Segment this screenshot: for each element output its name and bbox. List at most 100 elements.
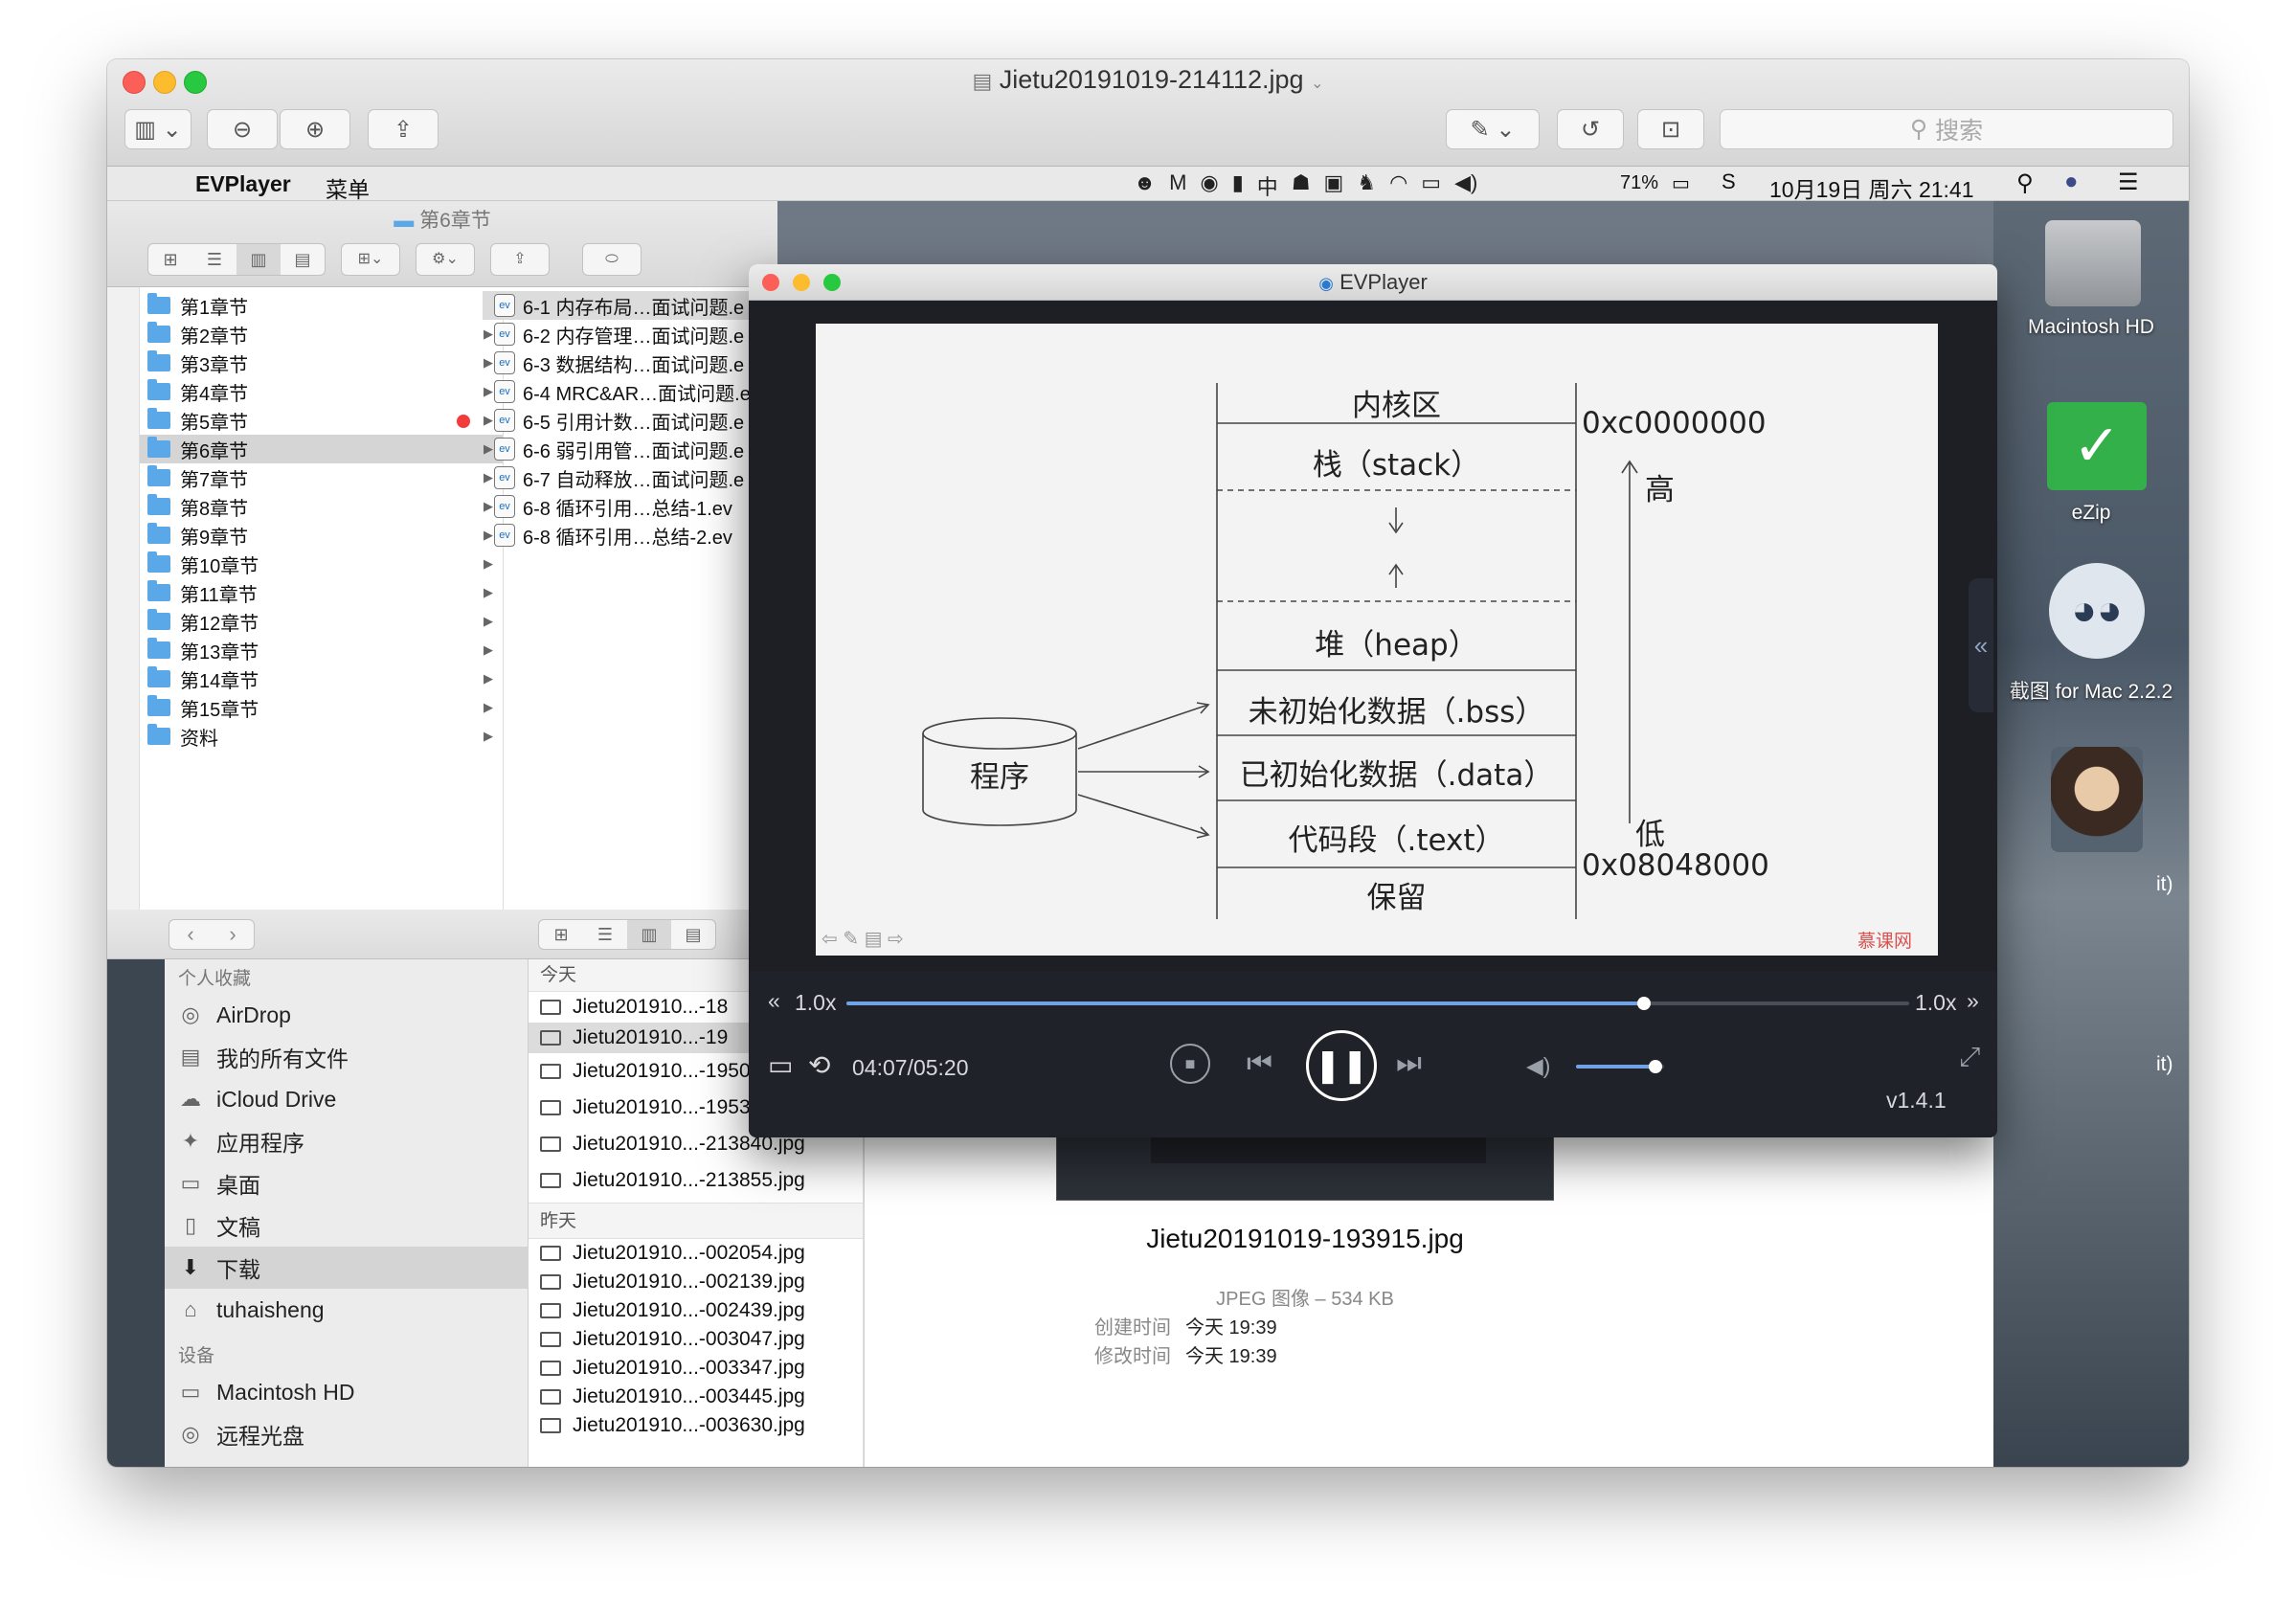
search-field[interactable]: ⚲ 搜索 [1720, 109, 2173, 149]
chapter-folder-row[interactable]: 第6章节 ▶ [140, 435, 503, 463]
gallery-view-icon[interactable]: ▤ [671, 920, 715, 949]
markup-button[interactable]: ✎ ⌄ [1446, 109, 1540, 149]
video-file-row[interactable]: ev 6-3 数据结构…面试问题.e [483, 349, 777, 377]
sidebar-item[interactable]: ✦ 应用程序 [165, 1120, 529, 1162]
input-method-icon[interactable]: 中 [1257, 170, 1278, 201]
video-file-row[interactable]: ev 6-6 弱引用管…面试问题.e [483, 435, 777, 463]
battery-icon[interactable]: ▭ [1672, 171, 1690, 195]
menu-clock[interactable]: 10月19日 周六 21:41 [1769, 171, 1974, 204]
collapse-panel-icon[interactable]: « [1969, 578, 1993, 712]
gmail-icon[interactable]: M [1169, 170, 1186, 201]
list-view-icon[interactable]: ☰ [583, 920, 627, 949]
toolbox-button[interactable]: ⊡ [1637, 109, 1704, 149]
rotate-button[interactable]: ↺ [1557, 109, 1624, 149]
file-row[interactable]: Jietu201910...-002439.jpg [529, 1296, 863, 1325]
speed-slider[interactable] [846, 997, 1909, 1010]
action-button[interactable]: ⚙⌄ [416, 243, 475, 276]
chapter-folder-row[interactable]: 第4章节 ▶ [140, 377, 503, 406]
fullscreen-icon[interactable]: ⤢ [1959, 1042, 1980, 1073]
chapter-folder-row[interactable]: 第10章节 ▶ [140, 550, 503, 578]
sidebar-item[interactable]: ☁ iCloud Drive [165, 1078, 529, 1120]
group-button[interactable]: ⊞⌄ [341, 243, 400, 276]
icon-view-icon[interactable]: ⊞ [148, 244, 192, 275]
speed-down-icon[interactable]: « [768, 988, 780, 1014]
sidebar-item[interactable]: ▭ Macintosh HD [165, 1371, 529, 1413]
chapter-folder-row[interactable]: 第8章节 ▶ [140, 492, 503, 521]
tag-button[interactable]: ⬭ [582, 243, 642, 276]
video-file-row[interactable]: ev 6-4 MRC&AR…面试问题.e [483, 377, 777, 406]
zoom-in-button[interactable]: ⊕ [280, 109, 350, 149]
chapter-folder-row[interactable]: 第3章节 ▶ [140, 349, 503, 377]
sidebar-item[interactable]: ⬇ 下载 [165, 1247, 529, 1289]
sidebar-item[interactable]: ◎ 远程光盘 [165, 1413, 529, 1455]
volume-slider[interactable] [1576, 1060, 1664, 1073]
folder-icon[interactable]: ▭ [768, 1049, 793, 1081]
file-row[interactable]: Jietu201910...-003445.jpg [529, 1383, 863, 1411]
desktop-icon-label[interactable]: 截图 for Mac 2.2.2 [1993, 676, 2189, 705]
window-title[interactable]: Jietu20191019-214112.jpg [1000, 65, 1304, 94]
sidebar-item[interactable]: ▯ 文稿 [165, 1204, 529, 1247]
speed-slider-knob[interactable] [1636, 997, 1651, 1010]
forward-icon[interactable]: › [212, 920, 254, 949]
volume-icon[interactable]: ◀) [1454, 170, 1477, 201]
gallery-view-icon[interactable]: ▤ [281, 244, 325, 275]
volume-icon[interactable]: ◀) [1526, 1053, 1550, 1079]
menu-item[interactable]: 菜单 [326, 171, 370, 204]
hard-drive-icon[interactable] [2045, 220, 2141, 306]
chapter-folder-row[interactable]: 第12章节 ▶ [140, 607, 503, 636]
video-file-row[interactable]: ev 6-2 内存管理…面试问题.e [483, 320, 777, 349]
slide-tools-icon[interactable]: ⇦ ✎ ▤ ⇨ [822, 927, 904, 951]
chevron-down-icon[interactable]: ⌄ [1311, 76, 1323, 92]
spotlight-icon[interactable]: ⚲ [2016, 169, 2034, 197]
airplay-icon[interactable]: ▭ [1421, 170, 1441, 201]
stop-button[interactable]: ■ [1170, 1044, 1210, 1084]
ezip-icon[interactable]: ✓ [2047, 402, 2147, 490]
siri-icon[interactable]: ● [2064, 169, 2079, 195]
desktop-icon-label[interactable]: Macintosh HD [1993, 316, 2189, 339]
portrait-image-icon[interactable] [2051, 747, 2143, 852]
video-file-row[interactable]: ev 6-7 自动释放…面试问题.e [483, 463, 777, 492]
sidebar-item[interactable]: ▭ 桌面 [165, 1162, 529, 1204]
screenshot-app-icon[interactable]: ◕◕ [2049, 563, 2145, 659]
file-row[interactable]: Jietu201910...-002139.jpg [529, 1268, 863, 1296]
view-mode-segmented[interactable]: ⊞ ☰ ▥ ▤ [147, 243, 326, 276]
status-app-icon[interactable]: S [1722, 169, 1736, 194]
chapter-folder-row[interactable]: 第13章节 ▶ [140, 636, 503, 664]
chapter-folder-row[interactable]: 第1章节▶ [140, 291, 503, 320]
column-view-icon[interactable]: ▥ [627, 920, 671, 949]
status-app-icon[interactable]: ☗ [1292, 170, 1311, 201]
share-button[interactable]: ⇪ [368, 109, 439, 149]
video-file-row[interactable]: ev 6-8 循环引用…总结-1.ev [483, 492, 777, 521]
sidebar-toggle-button[interactable]: ▥ ⌄ [124, 109, 191, 149]
status-app-icon[interactable]: ▣ [1324, 170, 1344, 201]
sidebar-item[interactable]: ▤ 我的所有文件 [165, 1036, 529, 1078]
next-icon[interactable]: ⏭ [1396, 1047, 1422, 1080]
icon-view-icon[interactable]: ⊞ [539, 920, 583, 949]
video-file-row[interactable]: ev 6-5 引用计数…面试问题.e [483, 406, 777, 435]
previous-icon[interactable]: ⏮ [1247, 1047, 1272, 1080]
file-row[interactable]: Jietu201910...-003630.jpg [529, 1411, 863, 1440]
sidebar-item[interactable]: ◎ AirDrop [165, 994, 529, 1036]
chapter-folder-row[interactable]: 第11章节 ▶ [140, 578, 503, 607]
chapter-folder-row[interactable]: 第2章节 ▶ [140, 320, 503, 349]
chapter-folder-row[interactable]: 第7章节 ▶ [140, 463, 503, 492]
zoom-out-button[interactable]: ⊖ [207, 109, 278, 149]
file-row[interactable]: Jietu201910...-213855.jpg [529, 1162, 863, 1199]
notification-center-icon[interactable]: ☰ [2118, 169, 2139, 196]
sidebar-item[interactable]: ⌂ tuhaisheng [165, 1289, 529, 1331]
chapter-folder-row[interactable]: 第9章节 ▶ [140, 521, 503, 550]
desktop-icon-label[interactable]: eZip [1993, 502, 2189, 525]
chapter-folder-row[interactable]: 第5章节 ▶ [140, 406, 503, 435]
video-file-row[interactable]: ev 6-8 循环引用…总结-2.ev [483, 521, 777, 550]
loop-icon[interactable]: ⟲ [808, 1049, 830, 1081]
pause-button[interactable]: ❚❚ [1306, 1030, 1377, 1101]
video-file-row[interactable]: ev 6-1 内存布局…面试问题.e [483, 291, 777, 320]
video-frame[interactable]: 内核区 栈（stack） 堆（heap） 未初始化数据（.bss） 已初始化数据… [816, 324, 1938, 956]
chapter-folder-row[interactable]: 第15章节 ▶ [140, 693, 503, 722]
status-app-icon[interactable]: ☻ [1134, 170, 1156, 201]
wifi-icon[interactable]: ◠ [1389, 170, 1407, 201]
share-button[interactable]: ⇪ [490, 243, 550, 276]
volume-slider-knob[interactable] [1648, 1060, 1662, 1073]
column-view-icon[interactable]: ▥ [236, 244, 281, 275]
menu-app-name[interactable]: EVPlayer [195, 171, 291, 197]
